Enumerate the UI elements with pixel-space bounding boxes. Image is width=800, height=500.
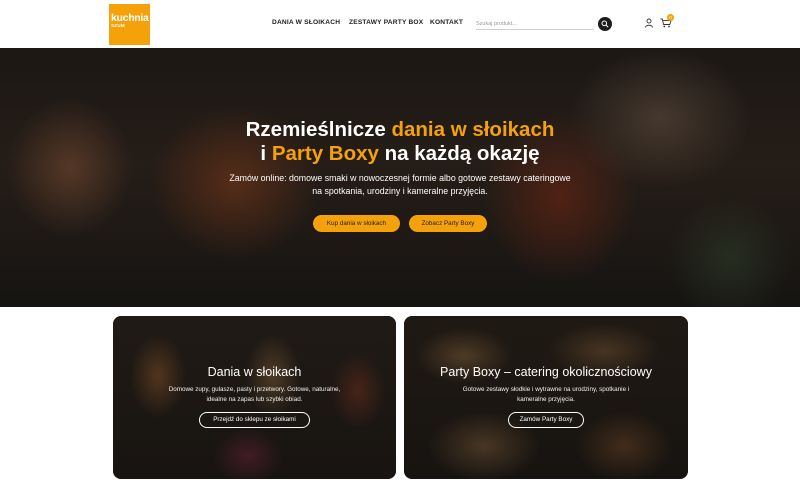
nav-item-zestawy-party-box[interactable]: ZESTAWY PARTY BOX — [349, 19, 423, 26]
nav-item-kontakt[interactable]: KONTAKT — [430, 19, 463, 26]
category-card-party-boxes[interactable]: Party Boxy – catering okolicznościowy Go… — [404, 316, 688, 479]
hero-title-highlight: dania w słoikach — [391, 118, 555, 141]
hero-title-text: Rzemieślnicze — [245, 118, 392, 141]
site-header: kuchnia SZUM DANIA W SŁOIKACH ZESTAWY PA… — [0, 0, 800, 48]
search-button[interactable] — [598, 17, 612, 31]
logo-text: kuchnia — [111, 12, 149, 24]
hero-banner: Rzemieślnicze dania w słoikach i Party B… — [0, 48, 800, 307]
buy-jar-meals-button[interactable]: Kup dania w słoikach — [313, 215, 400, 232]
hero-title-highlight: Party Boxy — [271, 142, 379, 165]
search-input[interactable] — [476, 18, 594, 30]
see-party-boxes-button[interactable]: Zobacz Party Boxy — [409, 215, 487, 232]
hero-title-line-1: Rzemieślnicze dania w słoikach — [0, 117, 800, 143]
cart-count-badge: 0 — [667, 14, 674, 21]
logo[interactable]: kuchnia SZUM — [109, 4, 150, 45]
category-card-jar-meals[interactable]: Dania w słoikach Domowe zupy, gulasze, p… — [113, 316, 396, 479]
card-description: Domowe zupy, gulasze, pasty i przetwory.… — [168, 386, 341, 393]
hero-title-line-2: i Party Boxy na każdą okazję — [0, 141, 800, 167]
search-icon — [601, 20, 609, 28]
card-description: kameralne przyjęcia. — [517, 396, 575, 403]
hero-title-text: i — [260, 142, 272, 165]
hero-subtitle-line-2: na spotkania, urodziny i kameralne przyj… — [312, 186, 488, 196]
nav-item-dania-w-sloikach[interactable]: DANIA W SŁOIKACH — [272, 19, 340, 26]
hero-title-text: na każdą okazję — [378, 142, 540, 165]
user-icon[interactable] — [644, 18, 654, 28]
card-description: idealne na zapas lub szybki obiad. — [206, 396, 303, 403]
order-party-boxes-button[interactable]: Zamów Party Boxy — [508, 412, 584, 428]
card-title: Party Boxy – catering okolicznościowy — [440, 365, 652, 379]
hero-subtitle-line-1: Zamów online: domowe smaki w nowoczesnej… — [229, 173, 571, 183]
card-title: Dania w słoikach — [207, 365, 302, 379]
card-description: Gotowe zestawy słodkie i wytrawne na uro… — [462, 386, 630, 393]
go-to-jar-shop-button[interactable]: Przejdź do sklepu ze słoikami — [199, 412, 310, 428]
